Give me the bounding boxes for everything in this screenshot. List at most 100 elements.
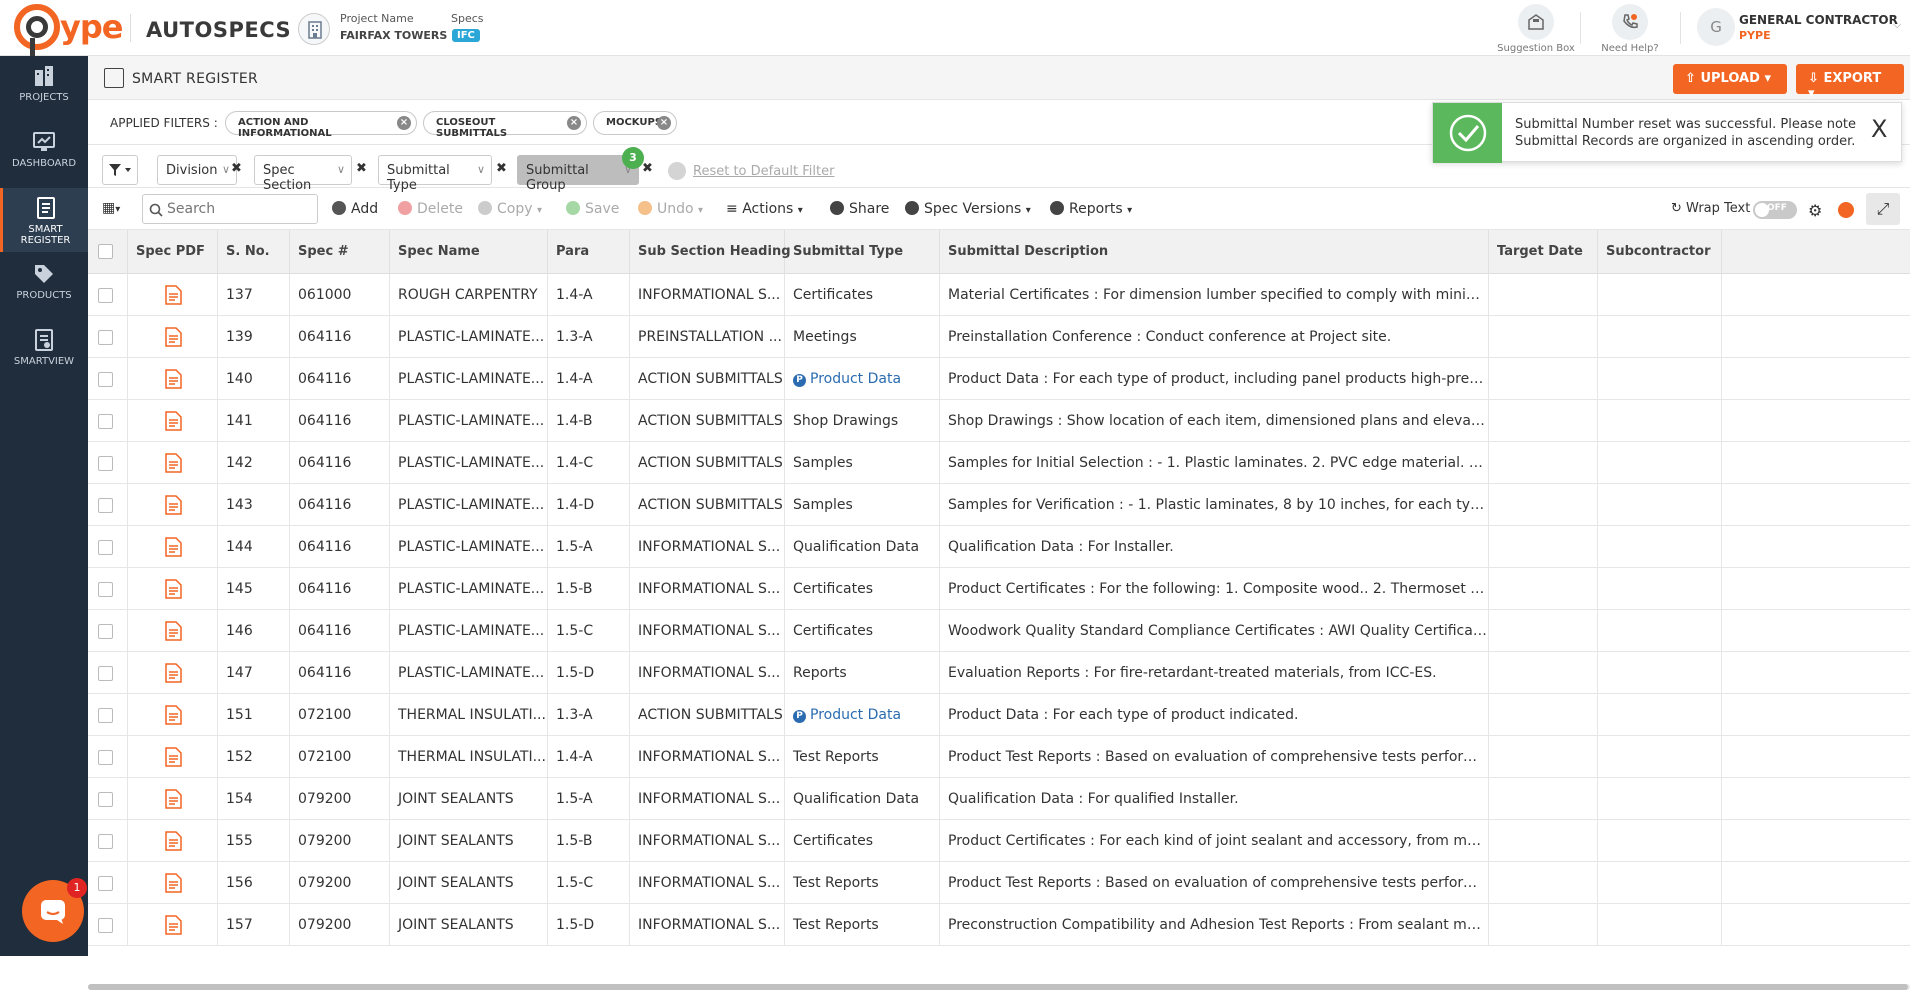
row-select-cell[interactable] [88,652,128,694]
column-header-para[interactable]: Para [548,230,630,274]
submittal-group-dropdown[interactable]: Submittal Group ∨ [517,155,639,193]
pdf-document-icon[interactable] [164,747,182,767]
filter-chip-closeout[interactable]: CLOSEOUT SUBMITTALS × [423,111,587,139]
spec-pdf-cell[interactable] [128,652,218,694]
table-row[interactable]: 152 072100 THERMAL INSULATI... 1.4-A INFORMA… [88,736,1910,778]
row-checkbox[interactable] [98,875,113,891]
copy-button[interactable]: Copy ▾ [478,201,542,217]
target-date-cell[interactable] [1489,778,1598,820]
wrap-text-toggle[interactable]: OFF [1753,201,1797,219]
pdf-document-icon[interactable] [164,873,182,893]
subcontractor-cell[interactable] [1598,652,1722,694]
target-date-cell[interactable] [1489,316,1598,358]
submittal-type-cell[interactable]: P Product Data [785,694,940,736]
target-date-cell[interactable] [1489,862,1598,904]
row-select-cell[interactable] [88,862,128,904]
spec-pdf-cell[interactable] [128,358,218,400]
spec-pdf-cell[interactable] [128,610,218,652]
spec-pdf-cell[interactable] [128,484,218,526]
reports-button[interactable]: Reports ▾ [1050,201,1132,217]
spec-pdf-cell[interactable] [128,526,218,568]
table-row[interactable]: 155 079200 JOINT SEALANTS 1.5-B INFORMATIONA… [88,820,1910,862]
row-select-cell[interactable] [88,778,128,820]
row-select-cell[interactable] [88,904,128,946]
gear-icon[interactable]: ⚙ [1808,201,1822,220]
table-row[interactable]: 141 064116 PLASTIC-LAMINATE... 1.4-B ACTION … [88,400,1910,442]
expand-icon[interactable]: ⤢ [1866,193,1900,225]
spec-versions-button[interactable]: Spec Versions ▾ [905,201,1031,217]
pdf-document-icon[interactable] [164,621,182,641]
subcontractor-cell[interactable] [1598,694,1722,736]
spec-pdf-cell[interactable] [128,820,218,862]
sidebar-item-smartview[interactable]: SMARTVIEW [0,320,88,384]
column-header-sno[interactable]: S. No. [218,230,290,274]
close-icon[interactable]: × [657,116,671,130]
row-checkbox[interactable] [98,623,113,639]
pdf-document-icon[interactable] [164,915,182,935]
sidebar-item-smart-register[interactable]: SMART REGISTER [0,188,88,252]
spec-pdf-cell[interactable] [128,568,218,610]
pdf-document-icon[interactable] [164,537,182,557]
row-checkbox[interactable] [98,707,113,723]
row-select-cell[interactable] [88,442,128,484]
subcontractor-cell[interactable] [1598,610,1722,652]
sidebar-item-dashboard[interactable]: DASHBOARD [0,122,88,186]
pype-logo[interactable]: ype [14,2,126,58]
division-dropdown[interactable]: Division ∨ [157,155,237,185]
export-button[interactable]: ⇩ EXPORT ▾ [1796,64,1904,101]
sidebar-item-products[interactable]: PRODUCTS [0,254,88,318]
user-role[interactable]: GENERAL CONTRACTOR [1739,13,1898,27]
close-icon[interactable]: × [397,116,411,130]
column-header-spec-name[interactable]: Spec Name [390,230,548,274]
spec-pdf-cell[interactable] [128,904,218,946]
target-date-cell[interactable] [1489,526,1598,568]
target-date-cell[interactable] [1489,904,1598,946]
spec-section-dropdown[interactable]: Spec Section ∨ [254,155,352,193]
table-row[interactable]: 156 079200 JOINT SEALANTS 1.5-C INFORMATIONA… [88,862,1910,904]
column-header-spec-number[interactable]: Spec # [290,230,390,274]
target-date-cell[interactable] [1489,400,1598,442]
product-data-link[interactable]: Product Data [810,707,901,723]
subcontractor-cell[interactable] [1598,778,1722,820]
spec-pdf-cell[interactable] [128,442,218,484]
spec-pdf-cell[interactable] [128,400,218,442]
table-row[interactable]: 147 064116 PLASTIC-LAMINATE... 1.5-D INFORMA… [88,652,1910,694]
clear-submittal-type-icon[interactable]: ✖ [496,161,507,176]
pdf-document-icon[interactable] [164,789,182,809]
table-row[interactable]: 154 079200 JOINT SEALANTS 1.5-A INFORMATIONA… [88,778,1910,820]
subcontractor-cell[interactable] [1598,358,1722,400]
share-button[interactable]: Share [830,201,889,217]
filter-chip-action-informational[interactable]: ACTION AND INFORMATIONAL × [225,111,417,139]
filter-button[interactable] [102,155,138,185]
row-select-cell[interactable] [88,820,128,862]
spec-pdf-cell[interactable] [128,694,218,736]
column-header-description[interactable]: Submittal Description [940,230,1489,274]
target-date-cell[interactable] [1489,358,1598,400]
row-select-cell[interactable] [88,610,128,652]
table-row[interactable]: 140 064116 PLASTIC-LAMINATE... 1.4-A ACTION … [88,358,1910,400]
subcontractor-cell[interactable] [1598,442,1722,484]
submittal-type-dropdown[interactable]: Submittal Type ∨ [378,155,492,193]
submittal-type-cell[interactable]: P Product Data [785,358,940,400]
alert-dot-icon[interactable] [1838,202,1854,218]
table-row[interactable]: 145 064116 PLASTIC-LAMINATE... 1.5-B INFORMA… [88,568,1910,610]
need-help-button[interactable]: Need Help? [1590,4,1670,54]
subcontractor-cell[interactable] [1598,736,1722,778]
pdf-document-icon[interactable] [164,411,182,431]
target-date-cell[interactable] [1489,694,1598,736]
table-row[interactable]: 143 064116 PLASTIC-LAMINATE... 1.4-D ACTION … [88,484,1910,526]
row-select-cell[interactable] [88,736,128,778]
building-icon[interactable] [298,13,330,45]
row-checkbox[interactable] [98,665,113,681]
row-checkbox[interactable] [98,287,113,303]
column-chooser-button[interactable]: ▦▾ [102,200,120,216]
target-date-cell[interactable] [1489,820,1598,862]
row-select-cell[interactable] [88,694,128,736]
reset-default-filter-link[interactable]: Reset to Default Filter [693,164,834,179]
table-row[interactable]: 142 064116 PLASTIC-LAMINATE... 1.4-C ACTION … [88,442,1910,484]
spec-pdf-cell[interactable] [128,778,218,820]
add-button[interactable]: Add [332,201,378,217]
project-name[interactable]: FAIRFAX TOWERS [340,29,447,42]
row-select-cell[interactable] [88,316,128,358]
row-checkbox[interactable] [98,791,113,807]
